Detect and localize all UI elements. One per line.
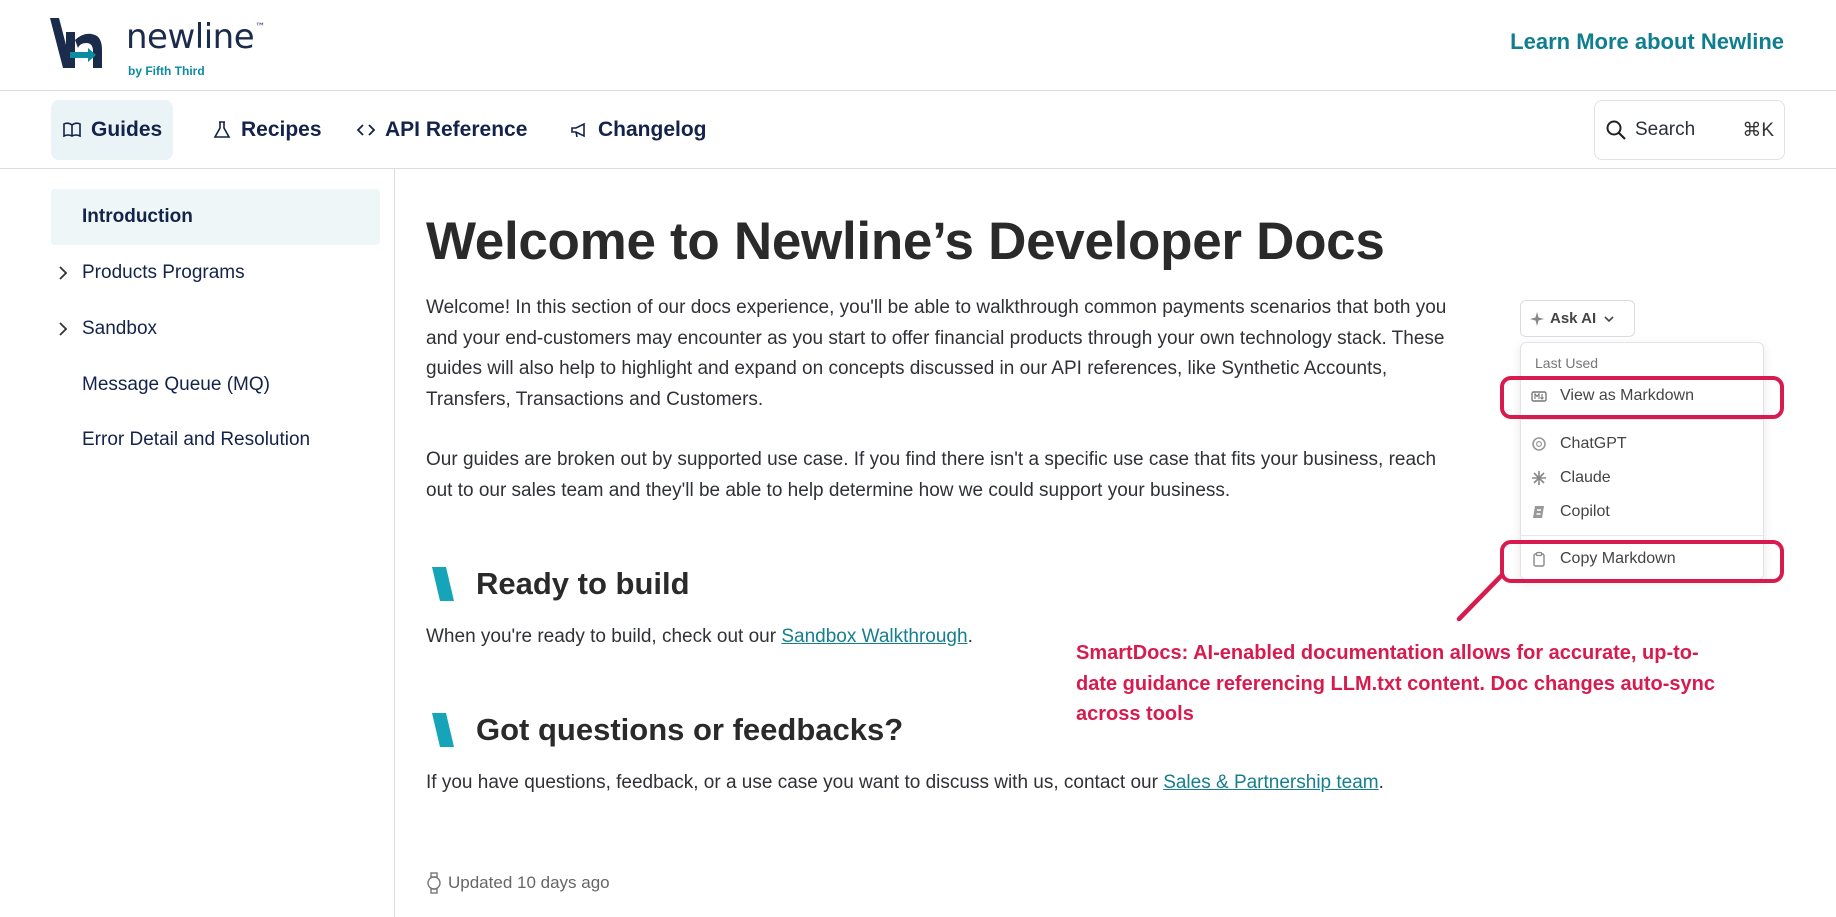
- tab-api-reference-label: API Reference: [385, 118, 528, 141]
- highlight-view-markdown: [1500, 376, 1784, 419]
- sandbox-walkthrough-link[interactable]: Sandbox Walkthrough: [781, 626, 967, 647]
- search-shortcut: ⌘K: [1742, 119, 1774, 141]
- menu-item-copilot[interactable]: Copilot: [1531, 496, 1753, 528]
- tab-recipes-label: Recipes: [241, 118, 322, 141]
- menu-divider: [1521, 419, 1765, 420]
- copilot-icon: [1533, 506, 1544, 518]
- watch-icon: [427, 872, 441, 894]
- top-header: newline™ by Fifth Third Learn More about…: [0, 0, 1836, 91]
- tab-guides-label: Guides: [91, 118, 163, 141]
- search-icon: [1606, 120, 1626, 140]
- book-icon: [63, 122, 81, 138]
- section-heading: Ready to build: [476, 566, 690, 601]
- section-marker-icon: [432, 713, 454, 747]
- sparkle-icon: [1530, 311, 1544, 326]
- logo-subtitle: by Fifth Third: [128, 64, 205, 78]
- menu-divider: [1521, 535, 1765, 536]
- megaphone-icon: [571, 122, 585, 138]
- sidebar-item-label: Sandbox: [82, 318, 158, 339]
- tab-api-reference[interactable]: API Reference: [345, 100, 538, 160]
- highlight-copy-markdown: [1500, 540, 1784, 583]
- flask-icon: [213, 121, 231, 138]
- section-marker-icon: [432, 567, 454, 601]
- intro-paragraph: Welcome! In this section of our docs exp…: [426, 297, 1447, 410]
- tab-changelog[interactable]: Changelog: [558, 100, 718, 160]
- tab-changelog-label: Changelog: [598, 118, 707, 141]
- newline-logo-mark-icon: [50, 18, 102, 68]
- updated-label: Updated 10 days ago: [448, 873, 610, 892]
- ready-to-build-text: When you're ready to build, check out ou…: [426, 626, 973, 647]
- ask-ai-button[interactable]: Ask AI: [1520, 300, 1635, 337]
- sidebar-item-label: Error Detail and Resolution: [82, 429, 311, 450]
- menu-item-label: Copilot: [1560, 503, 1610, 520]
- menu-item-label: ChatGPT: [1560, 435, 1627, 452]
- claude-icon: [1532, 471, 1546, 485]
- section-ready-to-build: Ready to build: [432, 566, 690, 602]
- sidebar-item-sandbox[interactable]: Sandbox: [51, 301, 380, 357]
- questions-text: If you have questions, feedback, or a us…: [426, 772, 1384, 793]
- sidebar-item-label: Products Programs: [82, 262, 245, 283]
- sidebar: Introduction Products Programs Sandbox M…: [0, 169, 395, 917]
- chevron-down-icon: [1604, 315, 1614, 322]
- tab-recipes[interactable]: Recipes: [201, 100, 333, 160]
- sidebar-item-label: Message Queue (MQ): [82, 374, 270, 395]
- section-heading: Got questions or feedbacks?: [476, 712, 904, 747]
- updated-timestamp: Updated 10 days ago: [426, 872, 610, 894]
- search-label: Search: [1635, 119, 1696, 140]
- learn-more-link[interactable]: Learn More about Newline: [1510, 29, 1784, 55]
- guides-paragraph: Our guides are broken out by supported u…: [426, 449, 1437, 501]
- ask-ai-label: Ask AI: [1550, 310, 1597, 327]
- search-box[interactable]: Search ⌘K: [1594, 100, 1785, 160]
- menu-item-label: Claude: [1560, 469, 1611, 486]
- newline-logo[interactable]: newline™ by Fifth Third: [50, 17, 265, 78]
- section-questions: Got questions or feedbacks?: [432, 712, 903, 748]
- logo-wordmark: newline™: [126, 17, 265, 57]
- sales-partnership-link[interactable]: Sales & Partnership team: [1163, 772, 1378, 793]
- smartdocs-callout: SmartDocs: AI-enabled documentation allo…: [1076, 642, 1715, 725]
- nav-bar: Guides Recipes API Reference Changelog S…: [0, 91, 1836, 169]
- callout-connector: [1456, 573, 1505, 622]
- sidebar-item-products-programs[interactable]: Products Programs: [51, 245, 380, 301]
- menu-item-chatgpt[interactable]: ChatGPT: [1531, 428, 1753, 460]
- tab-guides[interactable]: Guides: [51, 100, 174, 160]
- page-title: Welcome to Newline’s Developer Docs: [426, 212, 1385, 271]
- sidebar-item-error-detail[interactable]: Error Detail and Resolution: [51, 412, 380, 468]
- menu-item-claude[interactable]: Claude: [1531, 462, 1753, 494]
- chatgpt-icon: [1532, 437, 1546, 451]
- sidebar-item-label: Introduction: [82, 206, 193, 227]
- chevron-right-icon: [59, 322, 68, 336]
- sidebar-item-introduction[interactable]: Introduction: [51, 189, 380, 245]
- menu-header: Last Used: [1535, 355, 1599, 371]
- chevron-right-icon: [59, 266, 68, 280]
- sidebar-item-message-queue[interactable]: Message Queue (MQ): [51, 357, 380, 413]
- code-icon: [356, 124, 376, 136]
